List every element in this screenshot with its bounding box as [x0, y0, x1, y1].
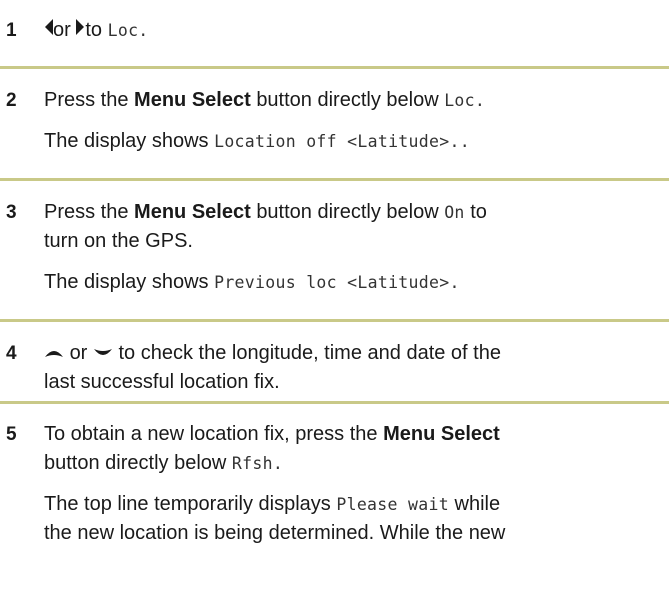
- step-paragraph: or to Loc.: [44, 16, 664, 45]
- divider: [0, 178, 669, 181]
- text: button directly below: [256, 201, 439, 223]
- text: to: [470, 201, 487, 223]
- step-number: 4: [6, 343, 17, 364]
- text: Press the: [44, 89, 129, 111]
- step-paragraph-continued: turn on the GPS.: [44, 227, 664, 256]
- text: turn on the GPS.: [44, 230, 193, 252]
- instruction-document: 1 or to Loc. 2 Press the Menu Select but…: [0, 0, 669, 590]
- text: last successful location fix.: [44, 371, 280, 394]
- text: The top line temporarily displays: [44, 493, 331, 515]
- or-text: or: [53, 19, 71, 41]
- step-body: To obtain a new location fix, press the …: [44, 420, 664, 548]
- step-paragraph: The display shows Location off <Latitude…: [44, 127, 664, 156]
- text: Press the: [44, 201, 129, 223]
- step-paragraph: or to check the longitude, time and date…: [44, 339, 664, 368]
- text: The display shows: [44, 271, 209, 293]
- text: to check the longitude, time and date of…: [118, 342, 501, 364]
- display-code: Please wait: [336, 495, 449, 514]
- to-text: to: [85, 19, 103, 41]
- text: button directly below: [256, 89, 439, 111]
- display-code: Loc.: [444, 91, 486, 110]
- step-paragraph-continued: button directly below Rfsh.: [44, 449, 664, 478]
- step-paragraph-continued: the new location is being determined. Wh…: [44, 519, 664, 548]
- divider: [0, 319, 669, 322]
- display-code: Location off <Latitude>..: [214, 132, 470, 151]
- step-paragraph: The top line temporarily displays Please…: [44, 490, 664, 519]
- text: the new location is being determined. Wh…: [44, 522, 506, 544]
- display-code: On: [444, 203, 465, 222]
- display-code: Previous loc <Latitude>.: [214, 273, 460, 292]
- step-number: 3: [6, 202, 17, 223]
- up-arrow-icon: [44, 339, 64, 368]
- step-number: 2: [6, 90, 17, 111]
- divider: [0, 401, 669, 404]
- or-text: or: [69, 342, 88, 364]
- step-paragraph: The display shows Previous loc <Latitude…: [44, 268, 664, 297]
- display-code: Loc.: [107, 21, 149, 40]
- text: button directly below: [44, 452, 227, 474]
- down-arrow-icon: [93, 339, 113, 368]
- step-number: 5: [6, 424, 17, 445]
- text: To obtain a new location fix, press the: [44, 423, 378, 445]
- step-paragraph: Press the Menu Select button directly be…: [44, 86, 664, 115]
- step-paragraph: Press the Menu Select button directly be…: [44, 198, 664, 227]
- text: The display shows: [44, 130, 209, 152]
- step-number: 1: [6, 20, 17, 41]
- text: while: [454, 493, 501, 515]
- bold-text: Menu Select: [134, 201, 251, 223]
- step-body: or to check the longitude, time and date…: [44, 339, 664, 397]
- step-body: or to Loc.: [44, 16, 664, 45]
- display-code: Rfsh.: [231, 454, 284, 473]
- step-body: Press the Menu Select button directly be…: [44, 86, 664, 156]
- left-arrow-icon: [44, 16, 53, 45]
- step-body: Press the Menu Select button directly be…: [44, 198, 664, 297]
- step-paragraph-continued: last successful location fix.: [44, 368, 664, 397]
- divider: [0, 66, 669, 69]
- bold-text: Menu Select: [383, 423, 500, 445]
- step-paragraph: To obtain a new location fix, press the …: [44, 420, 664, 449]
- bold-text: Menu Select: [134, 89, 251, 111]
- right-arrow-icon: [76, 16, 85, 45]
